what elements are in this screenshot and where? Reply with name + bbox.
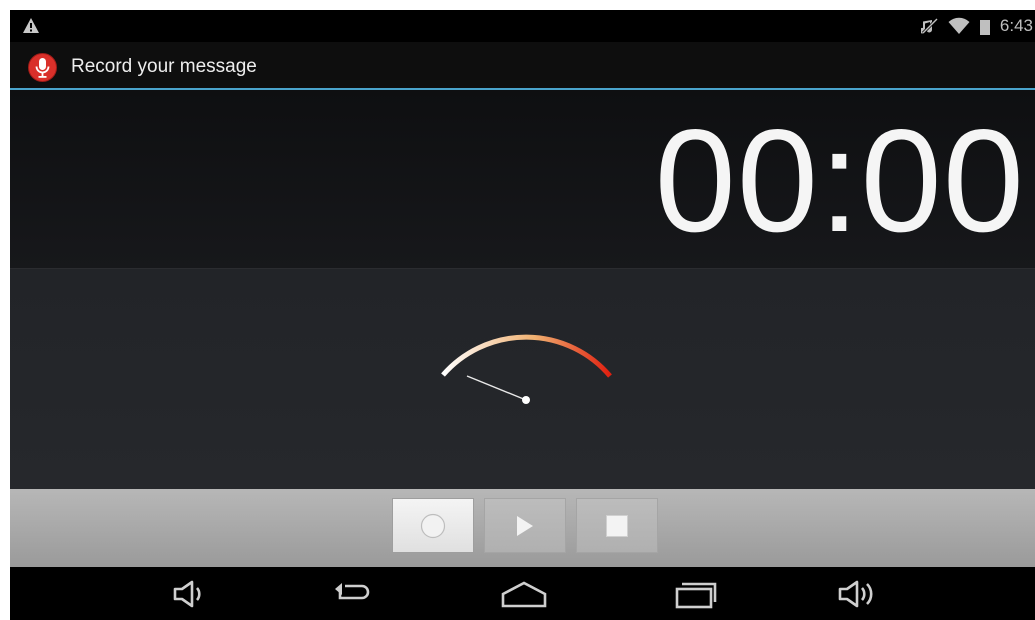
microphone-icon [28, 53, 57, 82]
page-title: Record your message [71, 56, 257, 77]
stop-button[interactable] [576, 498, 658, 553]
volume-down-icon[interactable] [170, 577, 210, 611]
play-button[interactable] [484, 498, 566, 553]
wifi-icon [948, 17, 970, 34]
battery-icon [979, 19, 990, 35]
home-icon[interactable] [499, 577, 549, 611]
play-icon [517, 515, 533, 536]
navigation-bar [10, 567, 1035, 620]
mute-icon [920, 17, 938, 35]
status-icons: 6:43 [920, 15, 1033, 37]
level-meter [441, 334, 612, 404]
control-bar [10, 489, 1035, 567]
recent-apps-icon[interactable] [673, 577, 719, 611]
record-icon [420, 513, 446, 538]
level-meter-pivot [522, 396, 530, 404]
volume-up-icon[interactable] [836, 577, 882, 611]
timer-panel: 00:00 [10, 90, 1035, 269]
status-clock: 6:43 [999, 16, 1033, 35]
back-icon[interactable] [332, 577, 378, 611]
meter-panel [10, 269, 1035, 489]
record-button[interactable] [392, 498, 474, 553]
stop-icon [606, 514, 628, 537]
level-meter-needle [466, 375, 527, 401]
elapsed-timer: 00:00 [654, 99, 1025, 262]
warning-icon [23, 18, 39, 33]
action-bar: Record your message [10, 42, 1035, 90]
level-meter-scale [441, 334, 612, 378]
device-screen: 6:43 Record your message 00:00 [10, 10, 1035, 620]
status-bar: 6:43 [10, 10, 1035, 42]
